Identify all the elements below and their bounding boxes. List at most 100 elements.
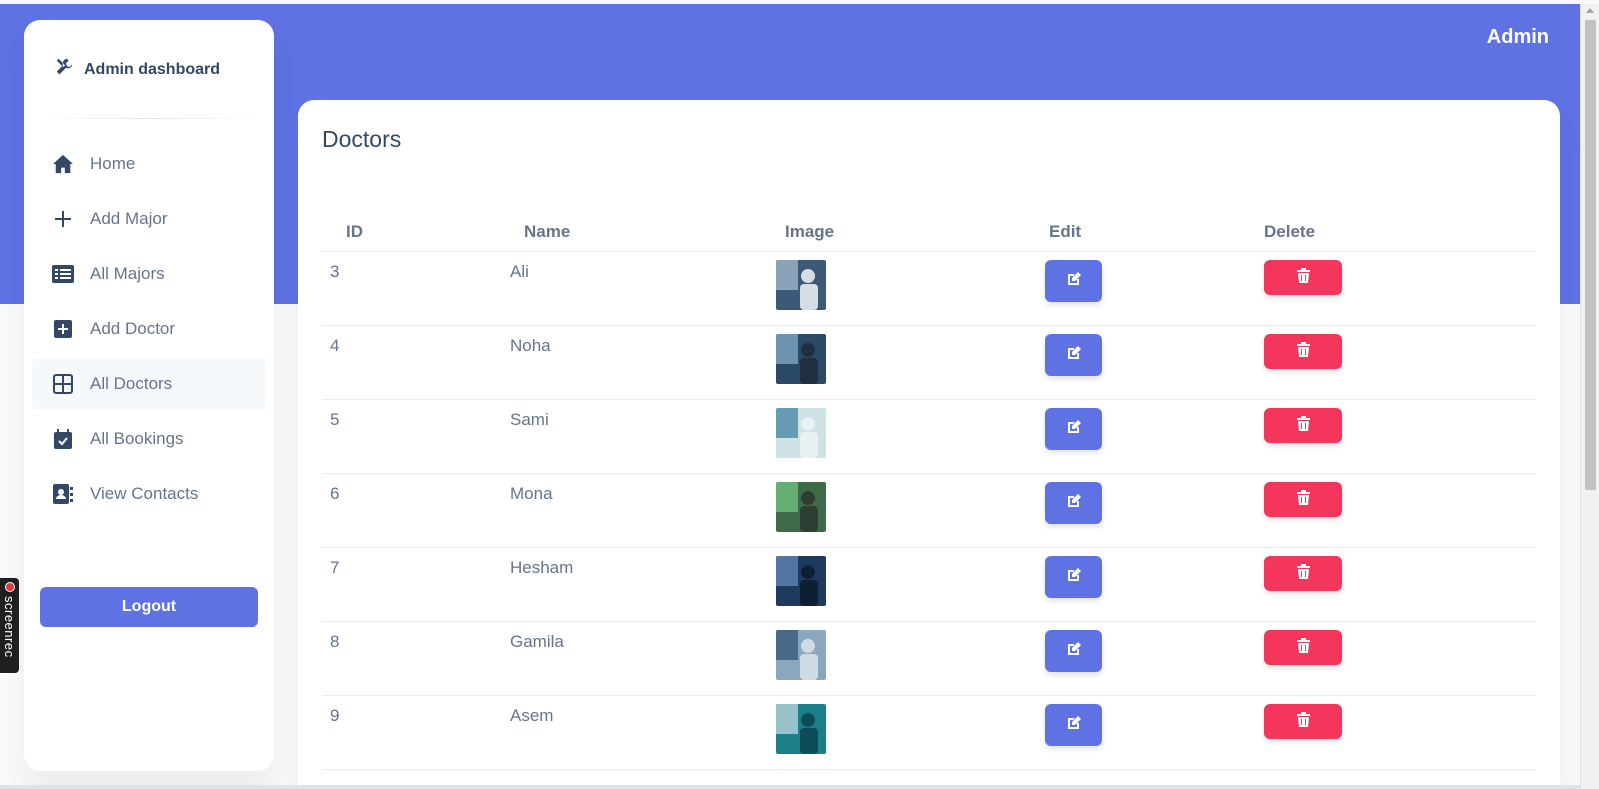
sidebar-item-label: All Doctors [90,374,173,393]
column-header-delete: Delete [1264,221,1316,241]
plus-square-icon [52,318,74,340]
sidebar-item-label: Add Doctor [90,319,176,338]
edit-icon [1066,271,1082,292]
trash-icon [1296,267,1310,288]
trash-icon [1296,637,1310,658]
delete-button[interactable] [1264,334,1342,369]
home-icon [52,153,74,175]
table-header: ID Name Image Edit Delete [322,212,1536,252]
edit-icon [1066,493,1082,514]
column-header-name: Name [524,221,571,241]
delete-button[interactable] [1264,630,1342,665]
record-icon [4,582,15,592]
screenrec-widget[interactable]: screenrec [0,578,19,673]
page-scrollbar[interactable] [1580,4,1599,789]
edit-button[interactable] [1045,556,1102,598]
delete-button[interactable] [1264,704,1342,739]
scroll-up-arrow-icon[interactable] [1586,8,1594,13]
edit-button[interactable] [1045,704,1102,746]
brand[interactable]: Admin dashboard [54,56,220,83]
sidebar-item-label: View Contacts [90,484,199,503]
list-icon [52,263,74,285]
grid-icon [52,373,74,395]
cell-id: 3 [330,262,340,281]
cell-name: Ali [510,262,529,281]
cell-name: Gamila [510,632,564,651]
trash-icon [1296,489,1310,510]
sidebar-item-all-majors[interactable]: All Majors [32,248,266,300]
screenrec-label: screenrec [2,596,17,658]
admin-user-label[interactable]: Admin [1487,26,1549,49]
delete-button[interactable] [1264,556,1342,591]
sidebar-item-add-doctor[interactable]: Add Doctor [32,303,266,355]
sidebar-divider [36,118,262,119]
cell-id: 9 [330,706,340,725]
edit-button[interactable] [1045,260,1102,302]
page-title: Doctors [322,126,402,152]
cell-name: Sami [510,410,549,429]
sidebar-item-label: All Bookings [90,429,184,448]
calendar-check-icon [52,428,74,450]
column-header-image: Image [785,221,835,241]
edit-button[interactable] [1045,408,1102,450]
sidebar-item-all-doctors[interactable]: All Doctors [32,358,266,410]
table-row: 3 Ali [322,252,1536,326]
trash-icon [1296,711,1310,732]
bottom-edge [0,785,1580,789]
edit-icon [1066,345,1082,366]
sidebar-item-home[interactable]: Home [32,138,266,190]
table-row: 7 Hesham [322,548,1536,622]
table-row: 5 Sami [322,400,1536,474]
cell-id: 4 [330,336,340,355]
address-book-icon [52,483,74,505]
doctors-card: Doctors ID Name Image Edit Delete 3 Ali [298,100,1560,789]
cell-name: Asem [510,706,554,725]
edit-icon [1066,567,1082,588]
edit-button[interactable] [1045,630,1102,672]
brand-title: Admin dashboard [84,60,221,78]
doctor-photo [776,704,826,754]
tools-icon [54,56,76,83]
table-row: 4 Noha [322,326,1536,400]
cell-id: 8 [330,632,340,651]
column-header-id: ID [346,221,363,241]
sidebar-item-label: All Majors [90,264,165,283]
cell-id: 6 [330,484,340,503]
doctor-photo [776,260,826,310]
sidebar-item-all-bookings[interactable]: All Bookings [32,413,266,465]
cell-id: 5 [330,410,340,429]
edit-icon [1066,641,1082,662]
delete-button[interactable] [1264,260,1342,295]
sidebar-item-label: Home [90,154,136,173]
delete-button[interactable] [1264,482,1342,517]
edit-button[interactable] [1045,482,1102,524]
trash-icon [1296,341,1310,362]
sidebar-item-label: Add Major [90,209,168,228]
table-body: 3 Ali 4 Noha 5 Sami 6 Mona 7 Hesham 8 Ga… [322,252,1536,770]
plus-icon [52,208,74,230]
table-row: 9 Asem [322,696,1536,770]
edit-button[interactable] [1045,334,1102,376]
cell-name: Mona [510,484,553,503]
cell-name: Hesham [510,558,574,577]
sidebar-item-view-contacts[interactable]: View Contacts [32,468,266,520]
column-header-edit: Edit [1049,221,1082,241]
doctor-photo [776,630,826,680]
sidebar-item-add-major[interactable]: Add Major [32,193,266,245]
cell-id: 7 [330,558,340,577]
delete-button[interactable] [1264,408,1342,443]
sidebar-nav: Home Add Major All Majors Add Doctor All… [32,138,266,523]
trash-icon [1296,563,1310,584]
logout-button[interactable]: Logout [40,587,258,627]
doctors-table: ID Name Image Edit Delete 3 Ali 4 Noha 5… [322,212,1536,770]
sidebar: Admin dashboard Home Add Major All Major… [24,20,274,771]
trash-icon [1296,415,1310,436]
edit-icon [1066,419,1082,440]
edit-icon [1066,715,1082,736]
doctor-photo [776,408,826,458]
table-row: 8 Gamila [322,622,1536,696]
doctor-photo [776,482,826,532]
scroll-thumb[interactable] [1585,20,1596,490]
cell-name: Noha [510,336,551,355]
doctor-photo [776,334,826,384]
